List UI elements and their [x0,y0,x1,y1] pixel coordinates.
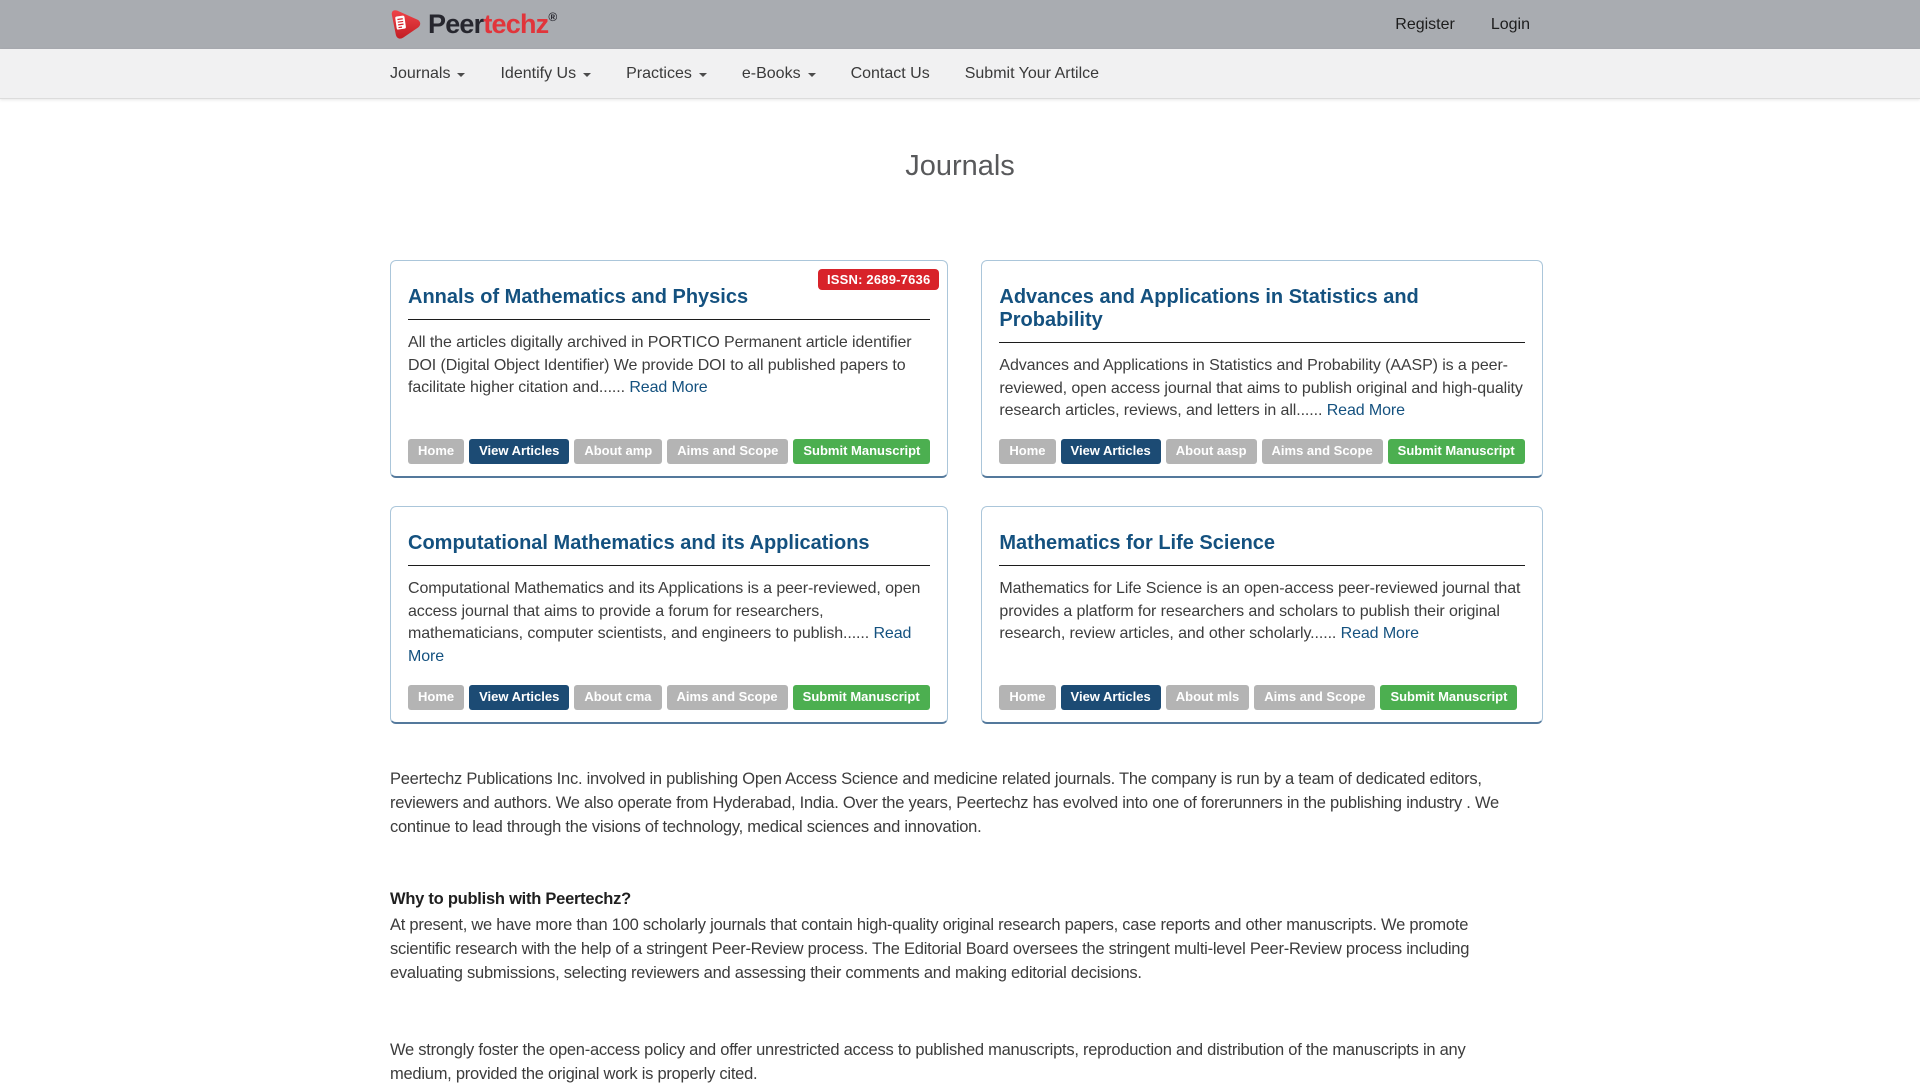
journal-card-mls: Mathematics for Life Science Mathematics… [981,506,1542,724]
submit-manuscript-button[interactable]: Submit Manuscript [793,439,930,464]
submit-manuscript-button[interactable]: Submit Manuscript [793,685,930,710]
journal-cards-grid: ISSN: 2689-7636 Annals of Mathematics an… [390,260,1530,724]
home-button[interactable]: Home [999,685,1055,710]
read-more-link[interactable]: Read More [1327,402,1405,419]
why-publish-heading: Why to publish with Peertechz? [390,887,1530,911]
journal-actions: Home View Articles About cma Aims and Sc… [408,669,930,710]
chevron-down-icon [699,73,707,77]
aims-scope-button[interactable]: Aims and Scope [667,439,788,464]
journal-actions: Home View Articles About amp Aims and Sc… [408,423,930,464]
peertechz-logo-icon [390,9,421,40]
chevron-down-icon [808,73,816,77]
peertechz-logo-text: Peertechz® [428,11,556,38]
open-access-paragraph: We strongly foster the open-access polic… [390,1038,1530,1086]
register-link[interactable]: Register [1395,16,1455,34]
journal-title-link[interactable]: Advances and Applications in Statistics … [999,286,1524,332]
chevron-down-icon [457,73,465,77]
journal-description: Computational Mathematics and its Applic… [408,580,920,642]
chevron-down-icon [583,73,591,77]
aims-scope-button[interactable]: Aims and Scope [667,685,788,710]
submit-manuscript-button[interactable]: Submit Manuscript [1388,439,1525,464]
submit-manuscript-button[interactable]: Submit Manuscript [1380,685,1517,710]
journal-description: Mathematics for Life Science is an open-… [999,580,1520,642]
aims-scope-button[interactable]: Aims and Scope [1262,439,1383,464]
login-link[interactable]: Login [1491,16,1530,34]
title-divider [999,342,1524,343]
about-button[interactable]: About mls [1166,685,1250,710]
nav-item-submit-article[interactable]: Submit Your Artilce [965,65,1099,83]
journal-title-link[interactable]: Computational Mathematics and its Applic… [408,532,930,555]
top-bar: Peertechz® Register Login [0,0,1920,49]
issn-badge: ISSN: 2689-7636 [818,269,939,290]
about-section: Peertechz Publications Inc. involved in … [390,767,1530,1086]
title-divider [408,565,930,566]
home-button[interactable]: Home [408,685,464,710]
view-articles-button[interactable]: View Articles [469,685,569,710]
view-articles-button[interactable]: View Articles [469,439,569,464]
nav-item-journals[interactable]: Journals [390,65,465,83]
journal-card-cma: Computational Mathematics and its Applic… [390,506,948,724]
page-title: Journals [0,150,1920,183]
journal-card-amp: ISSN: 2689-7636 Annals of Mathematics an… [390,260,948,478]
aims-scope-button[interactable]: Aims and Scope [1254,685,1375,710]
home-button[interactable]: Home [408,439,464,464]
journal-actions: Home View Articles About aasp Aims and S… [999,423,1524,464]
home-button[interactable]: Home [999,439,1055,464]
journal-description: Advances and Applications in Statistics … [999,357,1522,419]
registered-trademark: ® [548,10,556,24]
nav-item-ebooks[interactable]: e-Books [742,65,816,83]
about-button[interactable]: About cma [574,685,661,710]
read-more-link[interactable]: Read More [629,379,707,396]
about-button[interactable]: About amp [574,439,662,464]
publisher-intro-paragraph: Peertechz Publications Inc. involved in … [390,767,1530,840]
about-button[interactable]: About aasp [1166,439,1257,464]
journal-title-link[interactable]: Mathematics for Life Science [999,532,1524,555]
journal-card-aasp: Advances and Applications in Statistics … [981,260,1542,478]
nav-item-practices[interactable]: Practices [626,65,707,83]
nav-item-contact-us[interactable]: Contact Us [851,65,930,83]
title-divider [408,319,930,320]
journal-actions: Home View Articles About mls Aims and Sc… [999,669,1524,710]
nav-item-identify-us[interactable]: Identify Us [500,65,591,83]
peertechz-logo[interactable]: Peertechz® [390,9,556,40]
read-more-link[interactable]: Read More [1341,625,1419,642]
view-articles-button[interactable]: View Articles [1061,685,1161,710]
auth-links: Register Login [1395,16,1530,34]
main-navbar: Journals Identify Us Practices e-Books C… [0,49,1920,99]
title-divider [999,565,1524,566]
why-publish-paragraph: At present, we have more than 100 schola… [390,913,1530,986]
view-articles-button[interactable]: View Articles [1061,439,1161,464]
